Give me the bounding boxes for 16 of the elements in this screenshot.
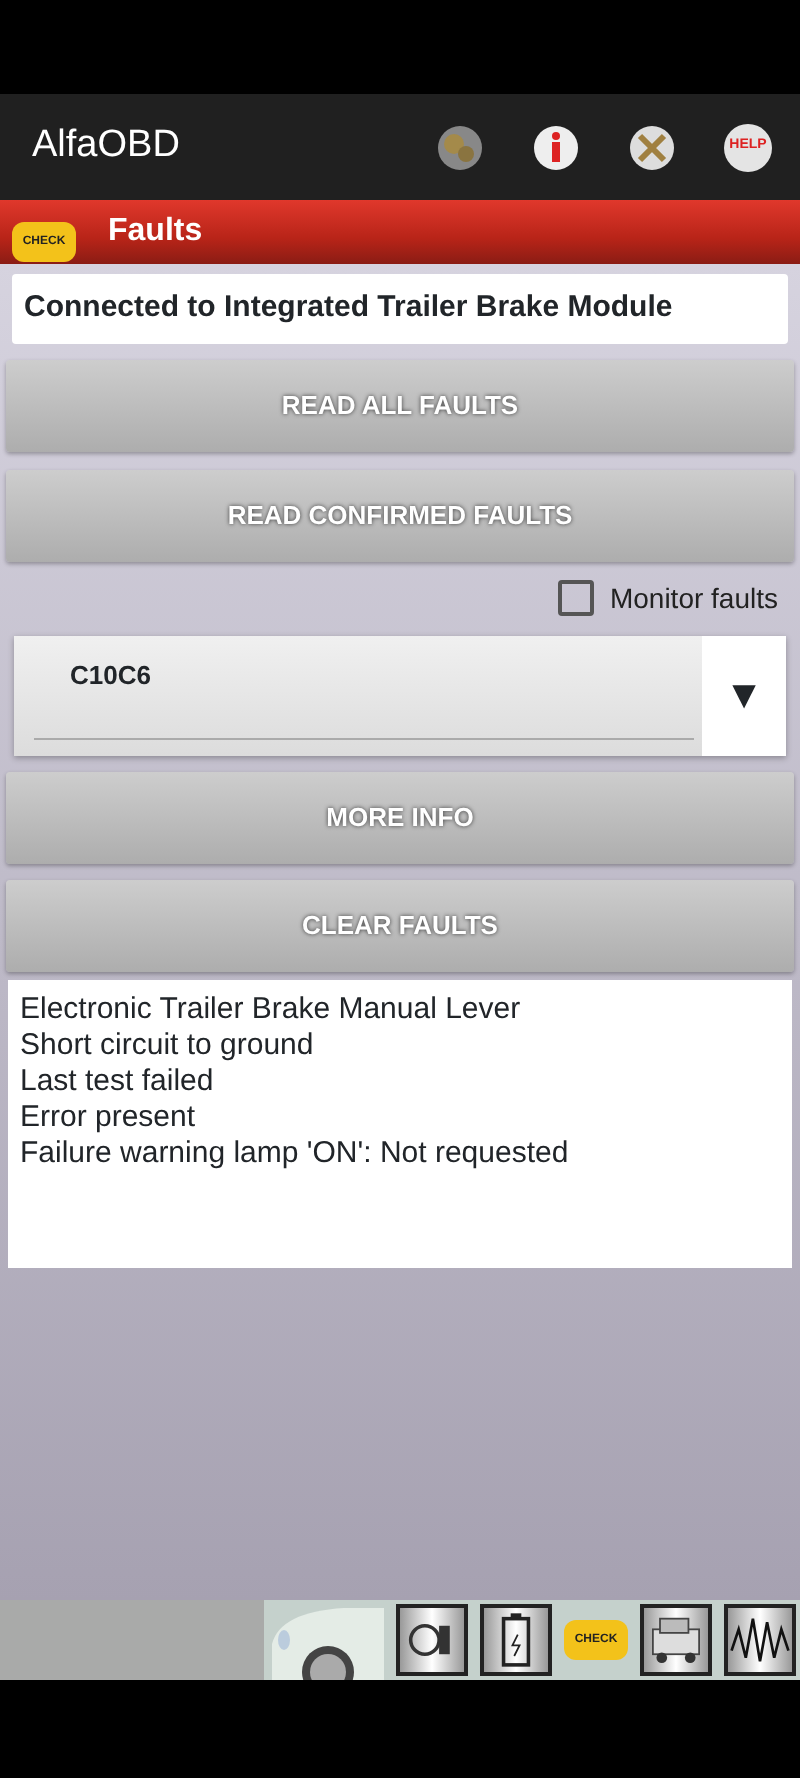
info-icon[interactable]: [532, 123, 580, 171]
checkbox[interactable]: [557, 580, 594, 616]
action-button[interactable]: MORE INFO: [6, 771, 794, 863]
fault-dropdown[interactable]: C10C6 ▼: [14, 635, 786, 755]
action-button[interactable]: CLEAR FAULTS: [6, 879, 794, 971]
app-title: AlfaOBD: [32, 122, 182, 171]
read-button[interactable]: READ CONFIRMED FAULTS: [6, 469, 794, 561]
tools-icon[interactable]: [628, 123, 676, 171]
fault-details: Electronic Trailer Brake Manual Lever Short circuit to ground Last test failed Error present Failure warning lamp 'ON': Not requested: [8, 979, 792, 1267]
waveform-icon[interactable]: [724, 1604, 796, 1676]
battery-icon[interactable]: [480, 1604, 552, 1676]
speaker-icon[interactable]: [396, 1604, 468, 1676]
read-button[interactable]: READ ALL FAULTS: [6, 359, 794, 451]
section-title: Faults: [108, 212, 203, 252]
checkbox-label: Monitor faults: [609, 579, 778, 617]
connection-status: Connected to Integrated Trailer Brake Module: [12, 274, 788, 343]
